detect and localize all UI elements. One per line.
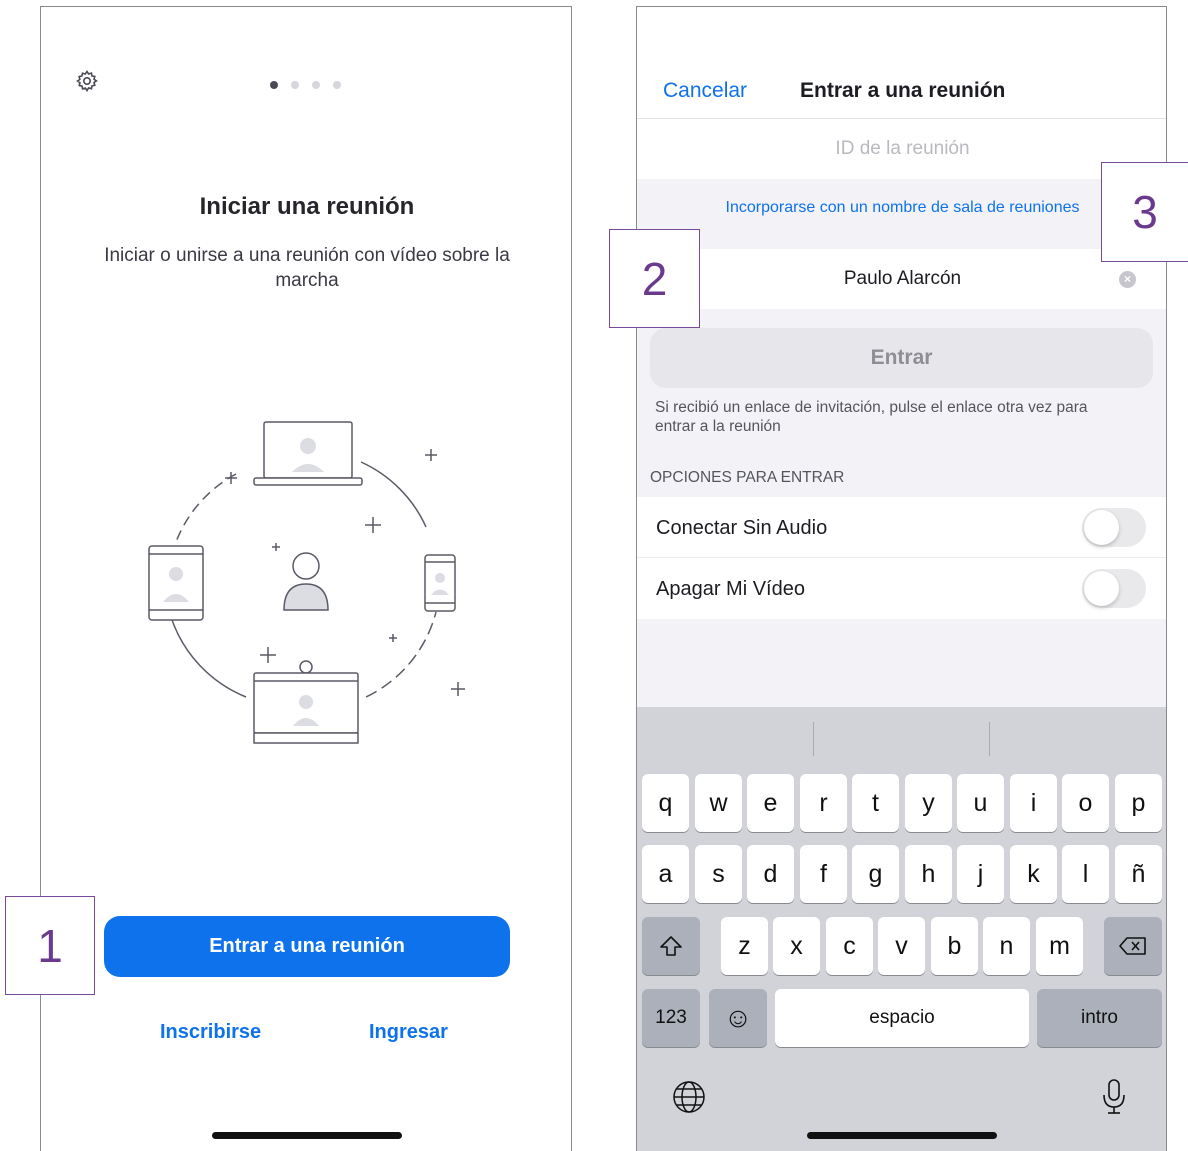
- signup-link[interactable]: Inscribirse: [160, 1021, 261, 1044]
- person-icon: [283, 552, 329, 611]
- key-l[interactable]: l: [1062, 845, 1109, 903]
- room-name-link[interactable]: Incorporarse con un nombre de sala de re…: [637, 199, 1166, 217]
- key-n-tilde[interactable]: ñ: [1115, 845, 1162, 903]
- clear-icon[interactable]: ×: [1119, 271, 1136, 288]
- key-s[interactable]: s: [695, 845, 742, 903]
- invitation-hint: Si recibió un enlace de invitación, puls…: [655, 399, 1088, 435]
- emoji-key[interactable]: ☺: [709, 989, 767, 1047]
- tablet-icon: [148, 545, 204, 621]
- emoji-icon: ☺: [723, 1002, 753, 1033]
- key-c[interactable]: c: [826, 917, 873, 975]
- keyboard: q w e r t y u i o p a s d f g h j k l ñ …: [637, 707, 1166, 1151]
- page-title: Iniciar una reunión: [199, 193, 415, 220]
- shift-icon: [660, 936, 682, 956]
- step-annotation-2: 2: [609, 229, 700, 328]
- laptop-icon: [253, 421, 363, 486]
- meeting-id-input[interactable]: [637, 119, 1166, 179]
- step-annotation-1: 1: [5, 896, 95, 995]
- key-n[interactable]: n: [983, 917, 1030, 975]
- display-name-field[interactable]: Paulo Alarcón ×: [637, 249, 1166, 309]
- gear-icon[interactable]: [75, 69, 99, 93]
- start-meeting-screen: Iniciar una reunión Iniciar o unirse a u…: [40, 6, 572, 1151]
- page-dot[interactable]: [291, 81, 299, 89]
- suggestion-divider: [813, 722, 814, 756]
- key-o[interactable]: o: [1062, 774, 1109, 832]
- key-r[interactable]: r: [800, 774, 847, 832]
- key-p[interactable]: p: [1115, 774, 1162, 832]
- key-j[interactable]: j: [957, 845, 1004, 903]
- microphone-icon[interactable]: [1101, 1077, 1127, 1122]
- phone-icon: [424, 554, 456, 612]
- key-q[interactable]: q: [642, 774, 689, 832]
- page-indicator: [270, 81, 341, 89]
- video-off-toggle[interactable]: [1082, 569, 1146, 608]
- option-label: Apagar Mi Vídeo: [656, 578, 805, 600]
- key-v[interactable]: v: [878, 917, 925, 975]
- display-name-value[interactable]: Paulo Alarcón: [637, 268, 1166, 290]
- key-y[interactable]: y: [905, 774, 952, 832]
- join-meeting-screen: Cancelar Entrar a una reunión Incorporar…: [636, 6, 1167, 1151]
- key-k[interactable]: k: [1010, 845, 1057, 903]
- toggle-knob: [1084, 510, 1119, 545]
- key-m[interactable]: m: [1036, 917, 1083, 975]
- key-z[interactable]: z: [721, 917, 768, 975]
- shift-key[interactable]: [642, 917, 700, 975]
- home-indicator[interactable]: [212, 1132, 402, 1139]
- key-d[interactable]: d: [747, 845, 794, 903]
- globe-icon[interactable]: [671, 1079, 707, 1120]
- space-key[interactable]: espacio: [775, 989, 1029, 1047]
- meeting-id-field[interactable]: [637, 119, 1166, 179]
- nav-title: Entrar a una reunión: [800, 79, 1006, 102]
- key-u[interactable]: u: [957, 774, 1004, 832]
- return-key[interactable]: intro: [1037, 989, 1162, 1047]
- key-b[interactable]: b: [931, 917, 978, 975]
- backspace-icon: [1119, 937, 1146, 955]
- no-audio-toggle[interactable]: [1082, 508, 1146, 547]
- toggle-knob: [1084, 571, 1119, 606]
- key-g[interactable]: g: [852, 845, 899, 903]
- meeting-network-illustration: [148, 421, 465, 744]
- page-dot[interactable]: [333, 81, 341, 89]
- key-h[interactable]: h: [905, 845, 952, 903]
- key-a[interactable]: a: [642, 845, 689, 903]
- key-f[interactable]: f: [800, 845, 847, 903]
- option-label: Conectar Sin Audio: [656, 517, 828, 539]
- page-dot-active[interactable]: [270, 81, 278, 89]
- login-link[interactable]: Ingresar: [369, 1021, 448, 1044]
- enter-button[interactable]: Entrar: [650, 328, 1153, 388]
- key-t[interactable]: t: [852, 774, 899, 832]
- step-annotation-3: 3: [1101, 162, 1188, 262]
- numbers-key[interactable]: 123: [642, 989, 700, 1047]
- key-i[interactable]: i: [1010, 774, 1057, 832]
- key-x[interactable]: x: [773, 917, 820, 975]
- backspace-key[interactable]: [1104, 917, 1162, 975]
- key-e[interactable]: e: [747, 774, 794, 832]
- options-header: OPCIONES PARA ENTRAR: [650, 469, 845, 486]
- home-indicator[interactable]: [807, 1132, 997, 1139]
- room-system-icon: [253, 660, 359, 744]
- join-meeting-button[interactable]: Entrar a una reunión: [104, 916, 510, 977]
- suggestion-divider: [989, 722, 990, 756]
- option-row-no-audio: Conectar Sin Audio: [637, 497, 1166, 558]
- key-w[interactable]: w: [695, 774, 742, 832]
- cancel-button[interactable]: Cancelar: [663, 79, 747, 103]
- page-subtitle: Iniciar o unirse a una reunión con vídeo…: [104, 245, 510, 291]
- page-dot[interactable]: [312, 81, 320, 89]
- option-row-video-off: Apagar Mi Vídeo: [637, 558, 1166, 619]
